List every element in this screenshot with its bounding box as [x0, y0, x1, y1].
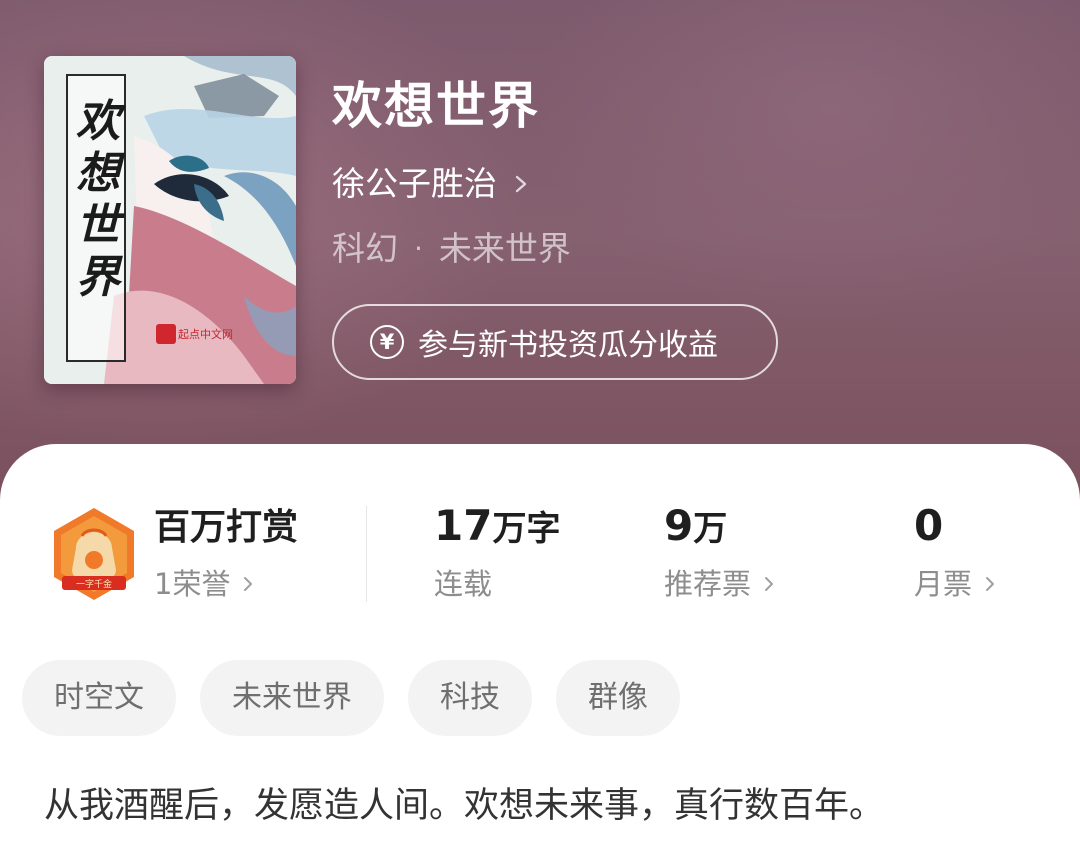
cover-title-char: 想	[76, 148, 120, 199]
publisher-seal-icon	[156, 324, 176, 344]
cover-title-char: 欢	[76, 96, 120, 147]
invest-button[interactable]: ¥ 参与新书投资瓜分收益	[332, 304, 778, 380]
tag-item[interactable]: 科技	[408, 660, 532, 736]
word-count-value: 17	[434, 501, 493, 550]
cover-title-box: 欢 想 世 界	[66, 74, 126, 362]
book-cover[interactable]: 欢 想 世 界 起点中文网	[44, 56, 296, 384]
author-link[interactable]: 徐公子胜治	[332, 162, 531, 206]
genre-separator: ·	[414, 232, 423, 265]
monthly-link[interactable]: 月票	[914, 564, 998, 604]
recommend-link[interactable]: 推荐票	[664, 564, 777, 604]
honor-link[interactable]: 1荣誉	[154, 564, 256, 604]
cover-publisher: 起点中文网	[178, 328, 233, 341]
chevron-right-icon	[515, 175, 527, 193]
word-count: 17万字	[434, 504, 560, 551]
stats-divider	[366, 506, 367, 602]
book-title: 欢想世界	[332, 76, 540, 135]
tag-list: 时空文 未来世界 科技 群像	[22, 660, 704, 736]
info-card: 一字千金 百万打赏 1荣誉 17万字 连载 9万 推荐票 0 月票 时空文 未来…	[0, 444, 1080, 862]
svg-text:一字千金: 一字千金	[76, 578, 112, 590]
tag-item[interactable]: 时空文	[22, 660, 176, 736]
chevron-right-icon	[986, 577, 995, 591]
tag-item[interactable]: 未来世界	[200, 660, 384, 736]
cover-title: 欢 想 世 界	[72, 96, 124, 304]
genre-label[interactable]: 科幻	[332, 226, 398, 272]
serial-status: 连载	[434, 564, 492, 604]
honor-title: 百万打赏	[154, 507, 299, 548]
genre-row: 科幻 · 未来世界	[332, 226, 571, 272]
tag-item[interactable]: 群像	[556, 660, 680, 736]
recommend-count-unit: 万	[693, 509, 728, 549]
author-name: 徐公子胜治	[332, 164, 497, 203]
monthly-count: 0	[914, 504, 943, 551]
recommend-count: 9万	[664, 504, 727, 551]
invest-label: 参与新书投资瓜分收益	[418, 328, 718, 363]
chevron-right-icon	[765, 577, 774, 591]
yen-icon: ¥	[370, 325, 404, 359]
serial-status-label: 连载	[434, 567, 493, 601]
subgenre-label[interactable]: 未来世界	[439, 226, 571, 272]
recommend-count-value: 9	[664, 501, 694, 550]
reward-bag-icon[interactable]: 一字千金	[46, 506, 142, 602]
cover-title-char: 世	[76, 200, 120, 251]
word-count-unit: 万字	[492, 509, 561, 549]
monthly-count-value: 0	[914, 501, 944, 550]
chevron-right-icon	[244, 577, 253, 591]
book-synopsis[interactable]: 从我酒醒后，发愿造人间。欢想未来事，真行数百年。	[44, 780, 1054, 832]
monthly-label: 月票	[914, 567, 973, 601]
honor-count: 1荣誉	[154, 567, 231, 601]
recommend-label: 推荐票	[664, 567, 752, 601]
cover-title-char: 界	[76, 252, 120, 303]
